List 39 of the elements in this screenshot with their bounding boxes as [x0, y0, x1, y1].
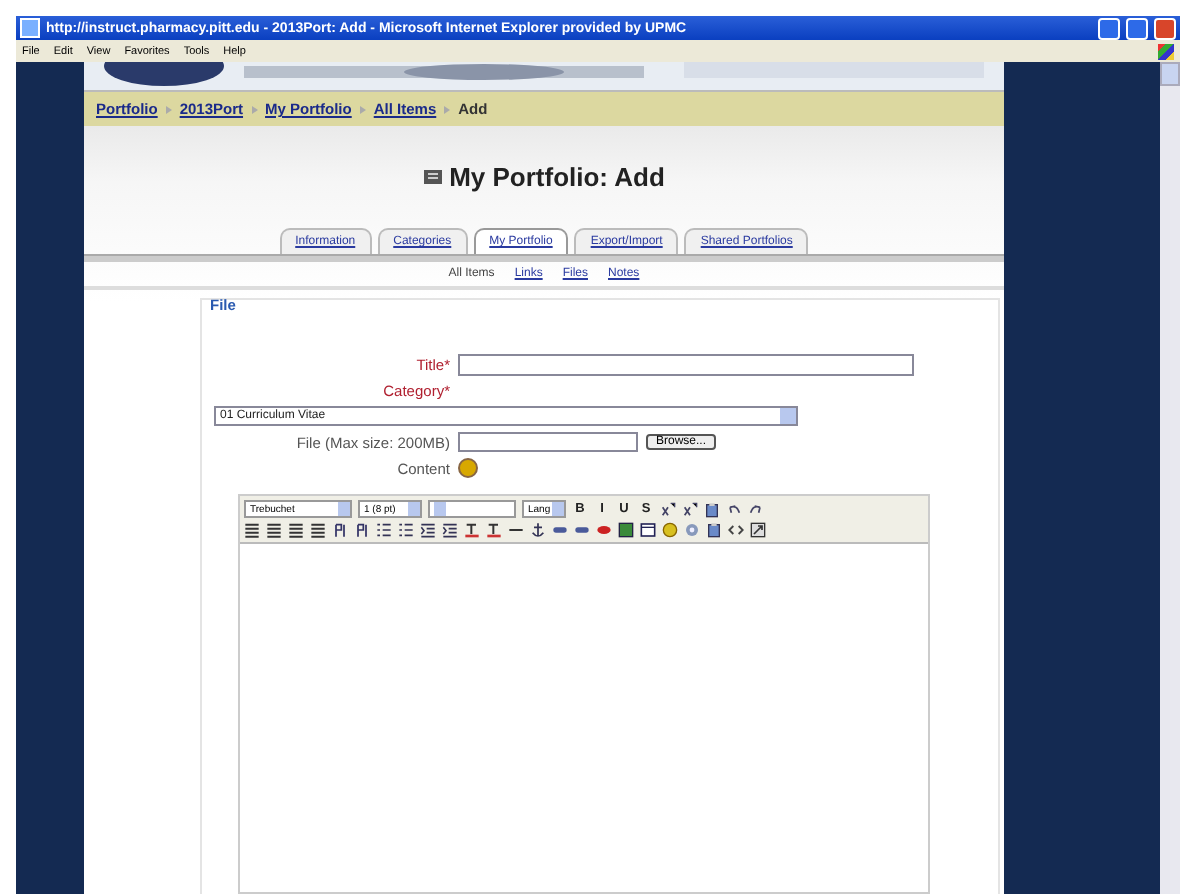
align-icon[interactable]	[244, 522, 260, 538]
close-button[interactable]	[1154, 17, 1176, 39]
maximize-button[interactable]	[1126, 17, 1148, 39]
unlink-icon[interactable]	[596, 522, 612, 538]
indent-icon[interactable]	[420, 522, 436, 538]
table-icon[interactable]	[640, 522, 656, 538]
undo-icon[interactable]	[726, 501, 742, 517]
page-heading: My Portfolio: Add	[449, 162, 665, 192]
align-icon[interactable]	[310, 522, 326, 538]
breadcrumb-arrow-icon	[444, 105, 451, 113]
scrollbar[interactable]	[1160, 62, 1180, 894]
clipboard-icon[interactable]	[706, 522, 722, 538]
portfolio-icon	[423, 170, 442, 184]
superscript-icon[interactable]	[682, 501, 698, 517]
file-input[interactable]	[458, 432, 638, 452]
align-icon[interactable]	[266, 522, 282, 538]
text-color-icon[interactable]	[464, 522, 480, 538]
html-icon[interactable]	[728, 522, 744, 538]
indent-icon[interactable]	[442, 522, 458, 538]
anchor-icon[interactable]	[530, 522, 546, 538]
title-input[interactable]	[458, 354, 914, 376]
fullscreen-icon[interactable]	[750, 522, 766, 538]
clipboard-icon[interactable]	[704, 501, 720, 517]
breadcrumb-arrow-icon	[359, 105, 366, 113]
superscript-icon[interactable]	[660, 501, 676, 517]
text-color-icon[interactable]	[486, 522, 502, 538]
paragraph-icon[interactable]	[354, 522, 370, 538]
redo-icon[interactable]	[748, 501, 764, 517]
align-icon[interactable]	[288, 522, 304, 538]
windows-logo-icon	[1158, 43, 1174, 59]
image-icon[interactable]	[618, 522, 634, 538]
browser-icon	[20, 18, 40, 38]
help-icon[interactable]	[458, 458, 478, 478]
minimize-button[interactable]	[1098, 17, 1120, 39]
paragraph-icon[interactable]	[332, 522, 348, 538]
breadcrumb-arrow-icon	[165, 105, 172, 113]
list-icon[interactable]	[376, 522, 392, 538]
breadcrumb-arrow-icon	[251, 105, 258, 113]
list-icon[interactable]	[398, 522, 414, 538]
